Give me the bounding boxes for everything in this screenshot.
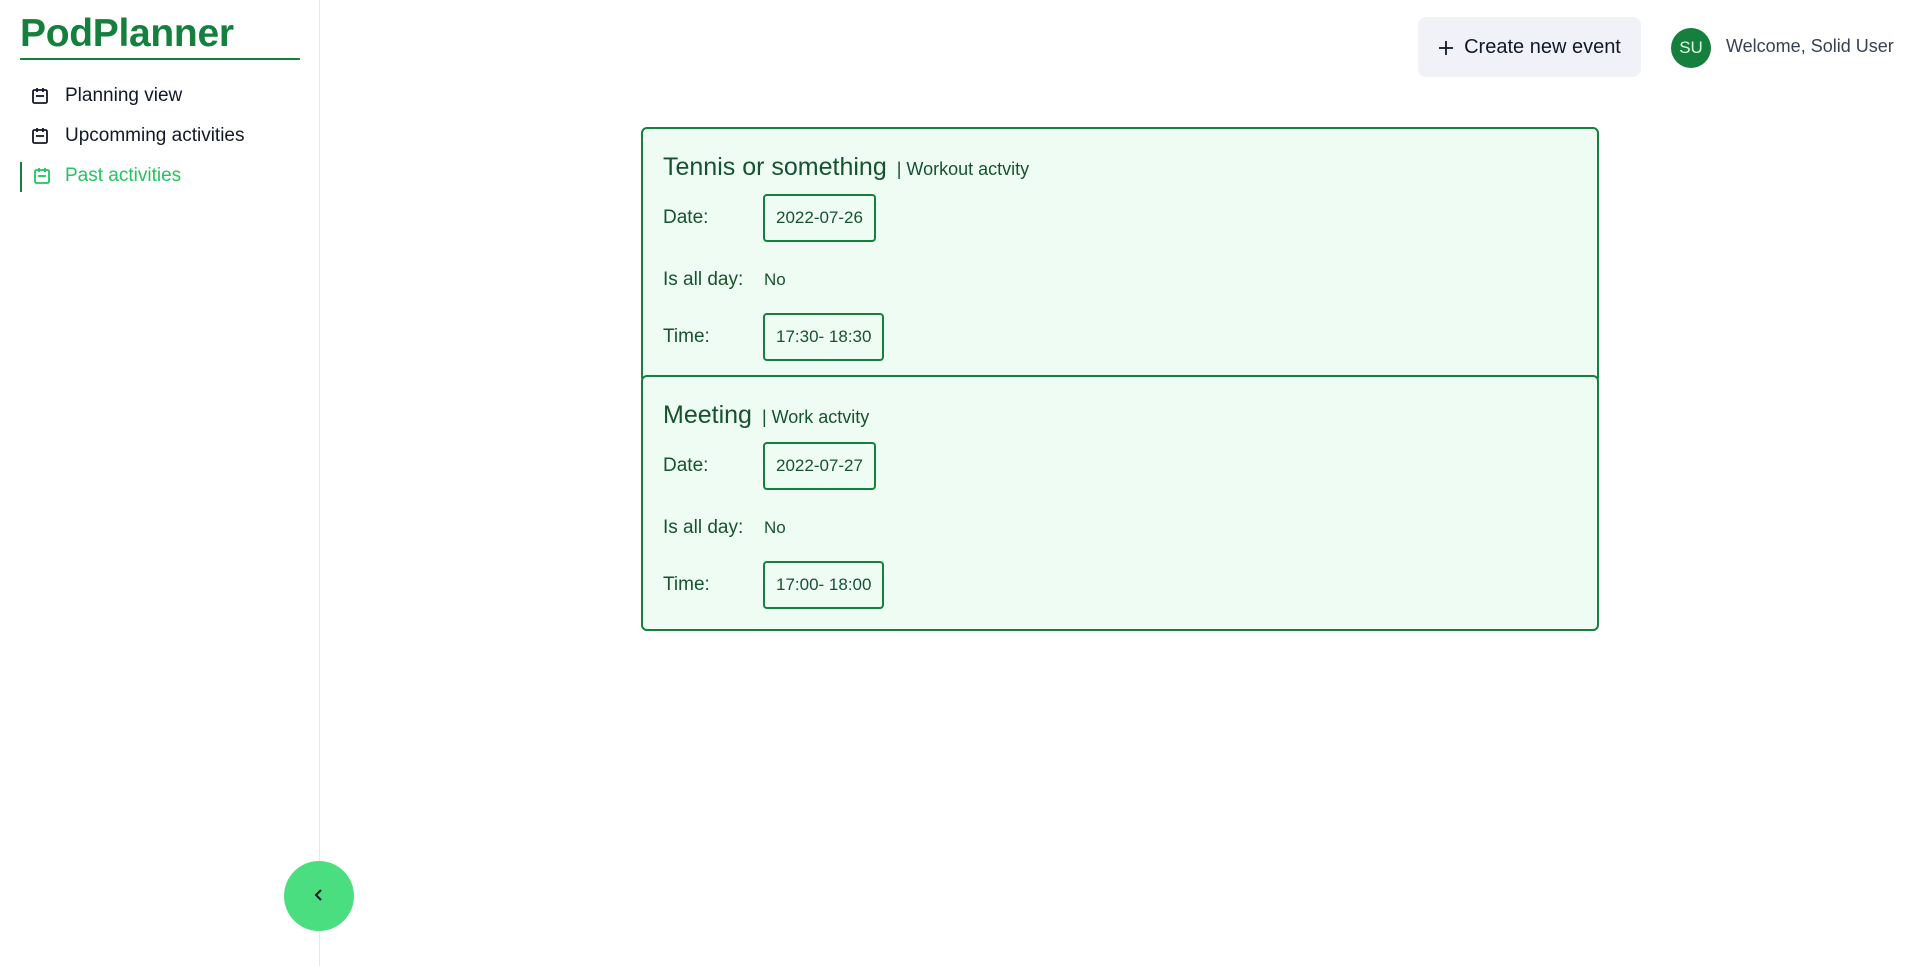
event-category: | Workout actvity: [896, 159, 1030, 179]
sidebar-item-planning-view[interactable]: Planning view: [20, 76, 310, 116]
sidebar-item-label: Upcomming activities: [65, 125, 245, 146]
sidebar-nav: Planning view Upcomming activities Past …: [20, 76, 310, 196]
sidebar: PodPlanner Planning view Upcomming activ…: [0, 0, 320, 966]
event-card: Tennis or something | Workout actvity Da…: [641, 127, 1599, 383]
event-title: Tennis or something: [663, 153, 887, 181]
calendar-icon: [32, 166, 52, 186]
calendar-icon: [30, 86, 50, 106]
calendar-icon: [30, 126, 50, 146]
event-time: 17:00- 18:00: [763, 561, 885, 609]
time-label: Time:: [663, 574, 710, 595]
chevron-left-icon: [312, 887, 326, 906]
time-label: Time:: [663, 326, 710, 347]
event-all-day: No: [764, 270, 786, 289]
event-title: Meeting: [663, 401, 752, 429]
event-all-day: No: [764, 518, 786, 537]
sidebar-item-label: Planning view: [65, 85, 183, 106]
event-card: Meeting | Work actvity Date: 2022-07-27 …: [641, 375, 1599, 631]
event-category: | Work actvity: [761, 407, 870, 427]
all-day-label: Is all day:: [663, 517, 744, 538]
welcome-text: Welcome, Solid User: [1726, 36, 1894, 56]
event-time: 17:30- 18:30: [763, 313, 885, 361]
sidebar-item-past-activities[interactable]: Past activities: [20, 156, 310, 196]
all-day-label: Is all day:: [663, 269, 744, 290]
date-label: Date:: [663, 455, 709, 476]
sidebar-item-upcomming-activities[interactable]: Upcomming activities: [20, 116, 310, 156]
app-logo: PodPlanner: [20, 12, 300, 60]
create-new-event-button[interactable]: Create new event: [1418, 17, 1641, 77]
create-new-event-label: Create new event: [1464, 35, 1621, 58]
sidebar-item-label: Past activities: [65, 165, 182, 186]
collapse-sidebar-button[interactable]: [284, 861, 354, 931]
event-date: 2022-07-27: [763, 442, 876, 490]
event-date: 2022-07-26: [763, 194, 876, 242]
date-label: Date:: [663, 207, 709, 228]
user-avatar[interactable]: SU: [1671, 28, 1711, 68]
plus-icon: [1438, 34, 1454, 60]
